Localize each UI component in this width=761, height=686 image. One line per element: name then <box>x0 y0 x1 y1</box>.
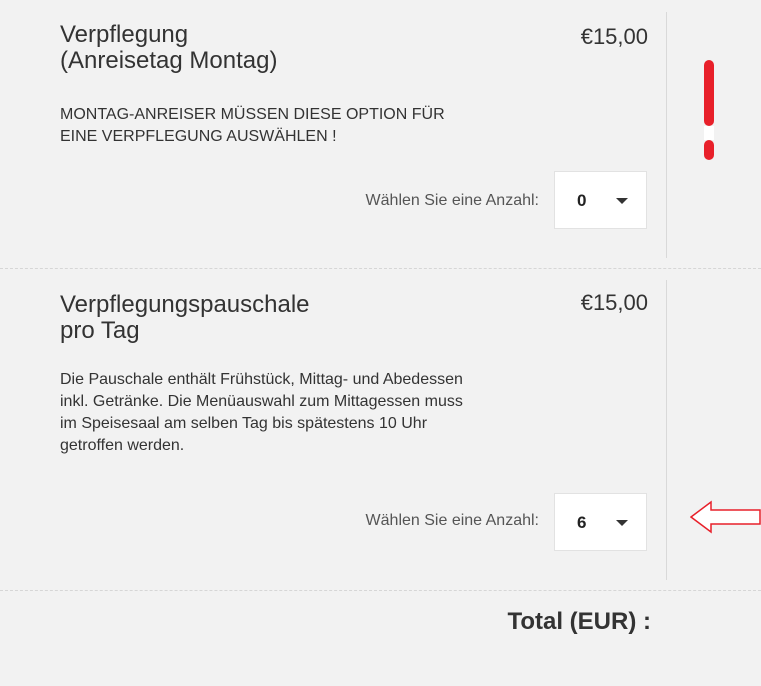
cart-options-panel: Verpflegung (Anreisetag Montag) €15,00 M… <box>0 0 761 686</box>
option-price: €15,00 <box>580 290 648 315</box>
description-line: im Speisesaal am selben Tag bis späteste… <box>60 415 428 432</box>
description-line: inkl. Getränke. Die Menüauswahl zum Mitt… <box>60 393 463 410</box>
option-name-line2: pro Tag <box>60 317 140 344</box>
column-divider <box>666 280 667 580</box>
option-description: MONTAG-ANREISER MÜSSEN DIESE OPTION FÜR … <box>60 104 660 148</box>
option-name-line2: (Anreisetag Montag) <box>60 47 278 74</box>
option-description: Die Pauschale enthält Frühstück, Mittag-… <box>60 369 660 457</box>
description-line: EINE VERPFLEGUNG AUSWÄHLEN ! <box>60 128 337 145</box>
option-name: Verpflegungspauschale pro Tag <box>60 292 360 344</box>
quantity-value: 0 <box>577 191 587 210</box>
quantity-label: Wählen Sie eine Anzahl: <box>365 512 539 529</box>
option-name: Verpflegung (Anreisetag Montag) <box>60 22 360 74</box>
item-divider <box>0 590 761 591</box>
arrow-left-icon <box>690 500 761 534</box>
exclamation-icon <box>704 60 714 160</box>
option-price: €15,00 <box>580 24 648 49</box>
option-item-verpflegungspauschale: Verpflegungspauschale pro Tag €15,00 Die… <box>0 268 761 590</box>
description-line: Die Pauschale enthält Frühstück, Mittag-… <box>60 371 463 388</box>
chevron-down-icon <box>616 198 628 204</box>
quantity-label: Wählen Sie eine Anzahl: <box>365 192 539 209</box>
option-name-line1: Verpflegung <box>60 21 189 48</box>
option-name-line1: Verpflegungspauschale <box>60 291 310 318</box>
column-divider <box>666 12 667 258</box>
description-line: getroffen werden. <box>60 437 185 454</box>
quantity-select[interactable]: 0 <box>554 171 647 229</box>
quantity-value: 6 <box>577 513 587 532</box>
quantity-select[interactable]: 6 <box>554 493 647 551</box>
chevron-down-icon <box>616 520 628 526</box>
description-line: MONTAG-ANREISER MÜSSEN DIESE OPTION FÜR <box>60 106 445 123</box>
total-label: Total (EUR) : <box>507 608 651 635</box>
option-item-verpflegung-montag: Verpflegung (Anreisetag Montag) €15,00 M… <box>0 0 761 268</box>
